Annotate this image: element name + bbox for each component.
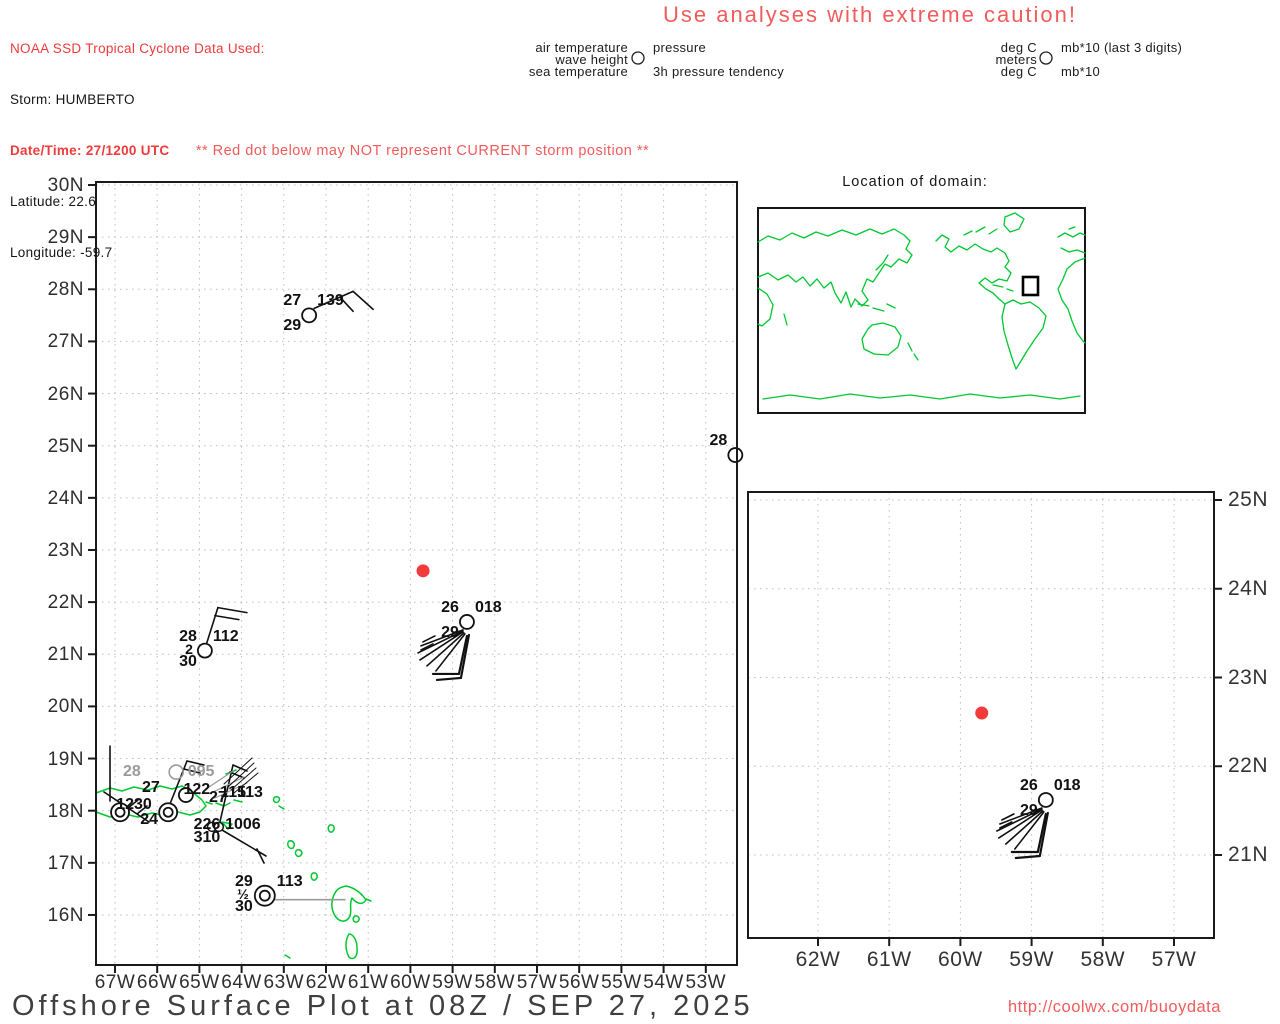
plot-canvas (0, 0, 1280, 1024)
coastlines (96, 770, 371, 959)
wind-barb-stroke (215, 616, 239, 620)
offshore-surface-plot-page: NOAA SSD Tropical Cyclone Data Used: Sto… (0, 0, 1280, 1024)
station-circle (460, 615, 474, 629)
buoydata-url-link[interactable]: http://coolwx.com/buoydata (1008, 998, 1221, 1017)
station-circle (169, 765, 183, 779)
wind-barb (418, 630, 469, 680)
station-circle (111, 803, 129, 821)
station-circle (214, 822, 223, 831)
wind-barb (207, 608, 247, 643)
cluster-wind-barbs (104, 746, 266, 863)
storm-position-dot (417, 564, 430, 577)
station-circle (728, 448, 742, 462)
wind-barb-stroke (207, 608, 218, 643)
wind-barb-stroke (353, 291, 373, 309)
wind-barb-stroke (437, 678, 461, 680)
station-circle (255, 886, 275, 906)
legend-station-circle-icon (632, 52, 644, 64)
map-border (96, 182, 737, 965)
legend-units-circle-icon (1040, 52, 1052, 64)
world-map-inset (758, 208, 1085, 413)
station-circle (302, 308, 316, 322)
guadeloupe-dominica (285, 886, 371, 959)
plot-title: Offshore Surface Plot at 08Z / SEP 27, 2… (12, 990, 754, 1023)
station-circle (159, 803, 177, 821)
station-circle (179, 788, 193, 802)
storm-position-dot (975, 707, 988, 720)
wind-barb (997, 808, 1048, 858)
station-circle (198, 644, 212, 658)
wind-barb (314, 291, 373, 311)
wind-barb-stroke (1016, 856, 1040, 858)
station-circle (1039, 793, 1053, 807)
world-map-border (758, 208, 1085, 413)
storm-dots-layer (417, 564, 989, 719)
wind-barb-stroke (218, 608, 247, 613)
wind-barb-stroke (340, 297, 353, 311)
